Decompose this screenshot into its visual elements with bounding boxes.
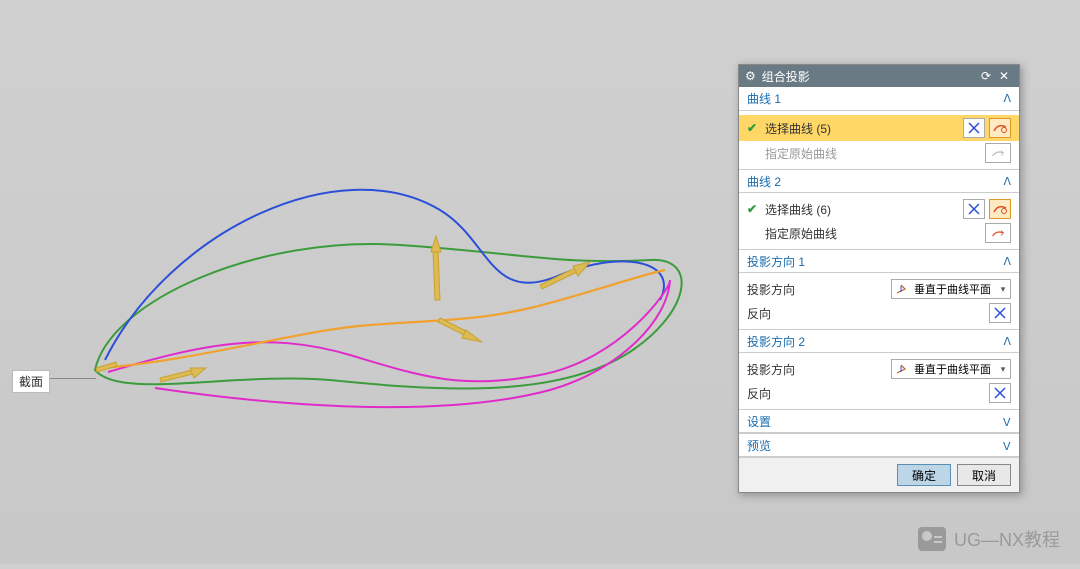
curve-rule-icon[interactable]	[989, 199, 1011, 219]
proj1-reverse-row: 反向	[745, 301, 1013, 325]
chevron-up-icon: ᐱ	[1003, 255, 1011, 268]
reverse-direction-button[interactable]	[989, 303, 1011, 323]
cancel-button[interactable]: 取消	[957, 464, 1011, 486]
proj1-direction-value: 垂直于曲线平面	[910, 281, 996, 297]
original-curve1-icon[interactable]	[985, 143, 1011, 163]
select-curve2-label: 选择曲线 (6)	[765, 201, 959, 218]
section-title: 投影方向 1	[747, 253, 805, 270]
chevron-up-icon: ᐱ	[1003, 175, 1011, 188]
connected-curves-icon[interactable]	[963, 118, 985, 138]
annotation-leader	[50, 378, 96, 379]
dialog-title: 组合投影	[762, 68, 810, 85]
chevron-down-icon: ᐱ	[1003, 415, 1011, 428]
close-icon[interactable]: ✕	[995, 69, 1013, 83]
section-header-proj2[interactable]: 投影方向 2 ᐱ	[739, 329, 1019, 353]
chevron-down-icon: ▾	[996, 364, 1010, 375]
section-header-curve1[interactable]: 曲线 1 ᐱ	[739, 87, 1019, 111]
section-title: 曲线 2	[747, 173, 781, 190]
original-curve1-row: 指定原始曲线	[745, 141, 1013, 165]
ok-button[interactable]: 确定	[897, 464, 951, 486]
proj1-direction-dropdown[interactable]: 垂直于曲线平面 ▾	[891, 279, 1011, 299]
perpendicular-icon	[892, 363, 910, 375]
reset-icon[interactable]: ⟳	[977, 69, 995, 83]
select-curve1-label: 选择曲线 (5)	[765, 120, 959, 137]
proj1-direction-row: 投影方向 垂直于曲线平面 ▾	[745, 277, 1013, 301]
section-title: 设置	[747, 413, 771, 430]
proj1-direction-label: 投影方向	[747, 281, 887, 298]
chevron-down-icon: ▾	[996, 284, 1010, 295]
section-title: 预览	[747, 437, 771, 454]
reverse-direction-button[interactable]	[989, 383, 1011, 403]
connected-curves-icon[interactable]	[963, 199, 985, 219]
dialog-titlebar[interactable]: ⚙ 组合投影 ⟳ ✕	[739, 65, 1019, 87]
section-header-curve2[interactable]: 曲线 2 ᐱ	[739, 169, 1019, 193]
proj1-reverse-label: 反向	[747, 305, 985, 322]
gear-icon: ⚙	[745, 69, 756, 83]
section-title: 投影方向 2	[747, 333, 805, 350]
chevron-up-icon: ᐱ	[1003, 335, 1011, 348]
chevron-up-icon: ᐱ	[1003, 92, 1011, 105]
curve-rule-icon[interactable]	[989, 118, 1011, 138]
proj2-direction-dropdown[interactable]: 垂直于曲线平面 ▾	[891, 359, 1011, 379]
select-curve2-row[interactable]: ✔ 选择曲线 (6)	[745, 197, 1013, 221]
combine-projection-dialog: ⚙ 组合投影 ⟳ ✕ 曲线 1 ᐱ ✔ 选择曲线 (5) 指定原始曲线	[738, 64, 1020, 493]
original-curve2-label: 指定原始曲线	[765, 225, 981, 242]
perpendicular-icon	[892, 283, 910, 295]
proj2-reverse-label: 反向	[747, 385, 985, 402]
check-icon: ✔	[747, 202, 761, 216]
check-icon: ✔	[747, 121, 761, 135]
section-header-proj1[interactable]: 投影方向 1 ᐱ	[739, 249, 1019, 273]
proj2-direction-label: 投影方向	[747, 361, 887, 378]
watermark-text: UG—NX教程	[954, 526, 1060, 552]
original-curve1-label: 指定原始曲线	[765, 145, 981, 162]
annotation-tag[interactable]: 截面	[12, 370, 50, 393]
proj2-direction-row: 投影方向 垂直于曲线平面 ▾	[745, 357, 1013, 381]
section-title: 曲线 1	[747, 90, 781, 107]
dialog-button-row: 确定 取消	[739, 457, 1019, 492]
select-curve1-row[interactable]: ✔ 选择曲线 (5)	[739, 115, 1019, 141]
original-curve2-icon[interactable]	[985, 223, 1011, 243]
proj2-direction-value: 垂直于曲线平面	[910, 361, 996, 377]
wechat-icon	[918, 527, 946, 551]
watermark: UG—NX教程	[918, 526, 1060, 552]
section-header-preview[interactable]: 预览 ᐱ	[739, 433, 1019, 457]
chevron-down-icon: ᐱ	[1003, 439, 1011, 452]
section-header-settings[interactable]: 设置 ᐱ	[739, 409, 1019, 433]
proj2-reverse-row: 反向	[745, 381, 1013, 405]
original-curve2-row[interactable]: 指定原始曲线	[745, 221, 1013, 245]
